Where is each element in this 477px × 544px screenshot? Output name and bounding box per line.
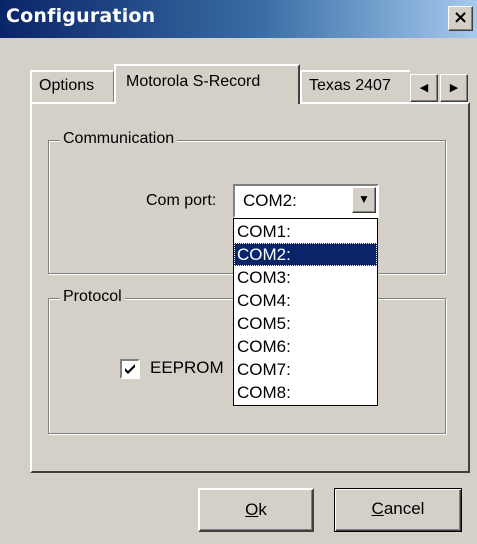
dropdown-option-com3[interactable]: COM3:: [234, 266, 377, 289]
cancel-label-rest: ancel: [383, 499, 425, 518]
dropdown-option-com5[interactable]: COM5:: [234, 312, 377, 335]
configuration-dialog: Configuration × Options Motorola S-Recor…: [0, 0, 477, 544]
tab-motorola-label: Motorola S-Record: [126, 73, 261, 90]
tab-scroll-left-button[interactable]: ◀: [410, 74, 438, 102]
dropdown-option-com6[interactable]: COM6:: [234, 335, 377, 358]
window-title: Configuration: [6, 5, 156, 27]
chevron-down-icon: ▼: [358, 192, 370, 206]
tab-options[interactable]: Options: [30, 70, 114, 102]
combobox-dropdown-button[interactable]: ▼: [352, 187, 376, 213]
com-port-label: Com port:: [146, 192, 217, 209]
eeprom-checkbox[interactable]: [120, 359, 140, 379]
protocol-group-label: Protocol: [60, 288, 125, 306]
dropdown-option-com2[interactable]: COM2:: [234, 243, 377, 266]
dropdown-option-com4[interactable]: COM4:: [234, 289, 377, 312]
tab-texas-label: Texas 2407: [309, 77, 391, 94]
close-button[interactable]: ×: [448, 6, 473, 31]
ok-button[interactable]: Ok: [198, 488, 314, 532]
dropdown-option-com8[interactable]: COM8:: [234, 381, 377, 404]
tab-texas-2407[interactable]: Texas 2407: [300, 70, 410, 102]
dropdown-option-com1[interactable]: COM1:: [234, 220, 377, 243]
com-port-value: COM2:: [243, 191, 297, 210]
cancel-button[interactable]: Cancel: [334, 488, 462, 532]
com-port-combobox[interactable]: COM2: ▼: [233, 184, 379, 218]
dropdown-option-com7[interactable]: COM7:: [234, 358, 377, 381]
ok-mnemonic: O: [245, 500, 259, 519]
communication-group-label: Communication: [60, 130, 178, 148]
tab-options-label: Options: [39, 77, 95, 94]
close-icon: ×: [452, 7, 469, 28]
com-port-dropdown-list[interactable]: COM1: COM2: COM3: COM4: COM5: COM6: COM7…: [233, 218, 378, 406]
ok-label-rest: k: [258, 500, 267, 519]
title-bar[interactable]: Configuration ×: [0, 0, 477, 38]
checkmark-icon: [125, 364, 135, 374]
arrow-right-icon: ▶: [449, 82, 459, 94]
tab-scroll-right-button[interactable]: ▶: [440, 74, 468, 102]
arrow-left-icon: ◀: [419, 82, 429, 94]
tab-motorola-s-record[interactable]: Motorola S-Record: [114, 64, 300, 104]
cancel-mnemonic: C: [371, 499, 384, 518]
eeprom-checkbox-label[interactable]: EEPROM: [150, 358, 224, 378]
